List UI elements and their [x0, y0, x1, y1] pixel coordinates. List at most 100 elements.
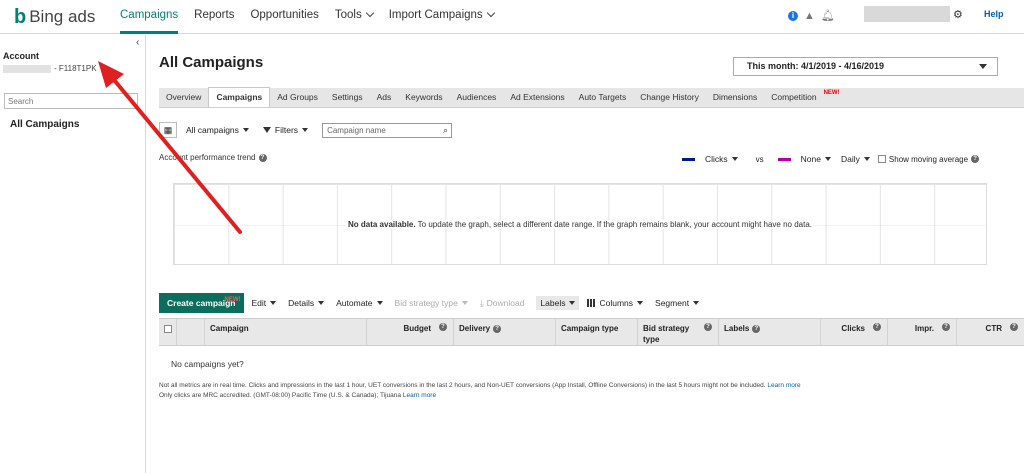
help-icon[interactable]: ? — [971, 155, 980, 164]
info-icon[interactable]: i — [788, 10, 798, 21]
nav-tools-label: Tools — [334, 9, 362, 21]
labels-dropdown[interactable]: Labels — [536, 296, 580, 310]
help-icon[interactable]: ? — [942, 323, 950, 331]
column-clicks[interactable]: Clicks? — [821, 319, 888, 345]
column-ctr[interactable]: CTR? — [957, 319, 1024, 345]
help-icon[interactable]: ? — [752, 324, 761, 333]
help-icon[interactable]: ? — [258, 153, 267, 162]
create-campaign-button[interactable]: Create campaign NEW! — [159, 293, 244, 313]
tab-audiences[interactable]: Audiences — [450, 88, 504, 107]
all-campaigns-dropdown[interactable]: All campaigns — [186, 125, 249, 135]
metric1-dropdown[interactable]: Clicks — [705, 154, 738, 164]
performance-graph: No data available. To update the graph, … — [173, 183, 987, 265]
select-all-checkbox[interactable] — [164, 324, 172, 333]
help-icon[interactable]: ? — [1010, 323, 1018, 331]
help-icon[interactable]: ? — [704, 323, 712, 331]
filters-label: Filters — [274, 125, 299, 135]
filters-dropdown[interactable]: Filters — [262, 125, 309, 135]
download-icon: ⤓ — [479, 297, 484, 308]
bid-strategy-dropdown[interactable]: Bid strategy type — [395, 298, 468, 308]
filter-row: ▦ All campaigns Filters Campaign name ⌕ — [159, 121, 453, 139]
bing-ads-logo[interactable]: b Bing ads — [14, 6, 95, 28]
moving-average-toggle[interactable]: Show moving average? — [877, 155, 980, 164]
nav-reports[interactable]: Reports — [194, 0, 234, 34]
tab-dimensions[interactable]: Dimensions — [706, 88, 764, 107]
learn-more-link[interactable]: Learn more — [403, 392, 436, 399]
nav-import-campaigns[interactable]: Import Campaigns — [389, 0, 495, 34]
help-icon[interactable]: ? — [493, 324, 502, 333]
nav-campaigns[interactable]: Campaigns — [120, 0, 179, 34]
campaign-search-input[interactable]: Campaign name ⌕ — [322, 122, 453, 138]
column-impr[interactable]: Impr.? — [888, 319, 957, 345]
help-icon[interactable]: ? — [439, 323, 447, 331]
caret-down-icon — [302, 128, 309, 132]
graph-legend: Clicks vs None Daily Show moving average… — [682, 154, 980, 164]
no-data-bold: No data available. — [348, 220, 416, 229]
download-button[interactable]: ⤓ Download — [480, 298, 525, 309]
column-clicks-label: Clicks — [841, 324, 865, 333]
column-labels-label: Labels — [724, 324, 750, 333]
tab-bar: Overview Campaigns Ad Groups Settings Ad… — [159, 87, 1024, 108]
warning-icon[interactable]: ▲ — [804, 10, 815, 22]
metric2-label: None — [800, 154, 821, 164]
nav-opportunities[interactable]: Opportunities — [250, 0, 318, 34]
learn-more-link[interactable]: Learn more — [767, 382, 800, 389]
tab-keywords[interactable]: Keywords — [398, 88, 449, 107]
new-badge: NEW! — [823, 90, 840, 96]
automate-dropdown[interactable]: Automate — [336, 298, 383, 308]
date-range-select[interactable]: This month: 4/1/2019 - 4/16/2019 — [733, 57, 998, 76]
gear-icon[interactable]: ⚙ — [953, 8, 963, 21]
help-link[interactable]: Help — [984, 9, 1004, 19]
moving-average-checkbox[interactable] — [877, 155, 886, 164]
segment-dropdown[interactable]: Segment — [655, 298, 700, 308]
help-icon[interactable]: ? — [873, 323, 881, 331]
tab-auto-targets[interactable]: Auto Targets — [572, 88, 634, 107]
column-budget[interactable]: Budget? — [367, 319, 454, 345]
tab-campaigns[interactable]: Campaigns — [208, 87, 271, 107]
automate-label: Automate — [336, 298, 373, 308]
details-dropdown[interactable]: Details — [288, 298, 325, 308]
column-budget-label: Budget — [403, 324, 431, 333]
metric2-dropdown[interactable]: None — [801, 154, 831, 164]
tab-change-history[interactable]: Change History — [633, 88, 706, 107]
download-label: Download — [486, 298, 525, 308]
details-label: Details — [288, 298, 315, 308]
main-nav: Campaigns Reports Opportunities Tools Im… — [120, 0, 510, 34]
caret-down-icon — [461, 301, 468, 305]
column-labels[interactable]: Labels? — [719, 319, 821, 345]
page-title: All Campaigns — [159, 54, 264, 71]
column-campaign[interactable]: Campaign — [205, 319, 367, 345]
column-delivery[interactable]: Delivery? — [454, 319, 556, 345]
user-menu[interactable] — [864, 6, 950, 22]
brand-name: Bing ads — [29, 7, 96, 26]
tab-settings[interactable]: Settings — [325, 88, 370, 107]
nav-tools[interactable]: Tools — [334, 0, 374, 34]
tab-ad-groups[interactable]: Ad Groups — [270, 88, 325, 107]
bell-icon[interactable]: 🔔︎ — [821, 9, 835, 22]
chart-toggle-icon[interactable]: ▦ — [159, 122, 177, 138]
tab-ad-extensions[interactable]: Ad Extensions — [503, 88, 571, 107]
select-all-cell — [159, 319, 177, 345]
sidebar-all-campaigns[interactable]: All Campaigns — [10, 119, 79, 130]
edit-dropdown[interactable]: Edit — [252, 298, 277, 308]
granularity-dropdown[interactable]: Daily — [841, 154, 870, 164]
column-bid-strategy-type[interactable]: Bid strategy type? — [638, 319, 719, 345]
grid-header: Campaign Budget? Delivery? Campaign type… — [159, 318, 1024, 346]
tab-ads[interactable]: Ads — [370, 88, 399, 107]
columns-button[interactable]: Columns — [587, 298, 644, 308]
search-icon[interactable]: ⌕ — [443, 124, 448, 137]
none-swatch — [777, 157, 791, 161]
tab-competition-label: Competition — [771, 92, 817, 102]
column-campaign-type[interactable]: Campaign type — [556, 319, 638, 345]
sidebar-search-input[interactable] — [4, 93, 138, 109]
collapse-sidebar-icon[interactable]: ‹ — [136, 37, 139, 48]
tab-overview[interactable]: Overview — [159, 88, 208, 107]
status-column — [177, 319, 205, 345]
tab-competition[interactable]: Competition NEW! — [764, 88, 839, 107]
notification-icons: i ▲ 🔔︎ — [788, 9, 835, 22]
column-delivery-label: Delivery — [459, 324, 491, 333]
chevron-down-icon — [979, 64, 987, 69]
redacted-account-name — [3, 64, 51, 73]
filter-icon — [262, 127, 271, 133]
empty-grid-message: No campaigns yet? — [171, 359, 244, 369]
